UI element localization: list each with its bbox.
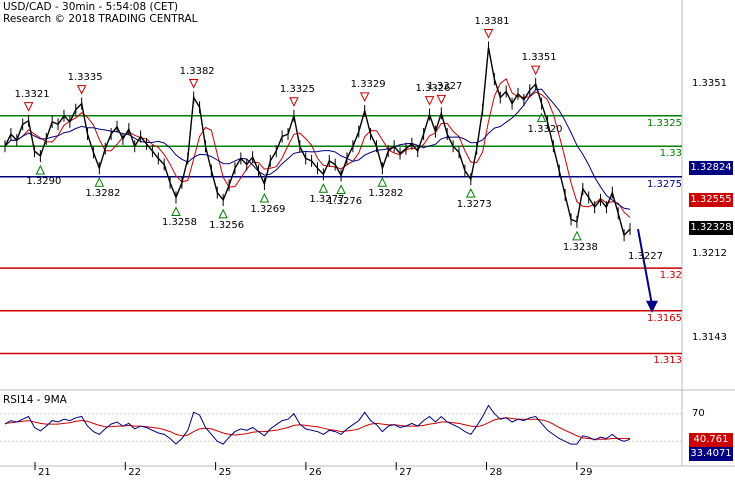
forecast-arrow-shaft — [637, 228, 653, 305]
high-label-4: 1.3329 — [350, 78, 386, 90]
high-label-2: 1.3382 — [179, 65, 215, 77]
price-tag-2: 1.32328 — [689, 221, 733, 236]
high-label-0: 1.3321 — [14, 88, 50, 100]
high-marker-3 — [289, 97, 299, 107]
high-label-6: 1.3327 — [427, 81, 463, 93]
high-marker-8 — [530, 65, 541, 76]
high-label-8: 1.3351 — [521, 52, 557, 64]
chart-canvas — [0, 0, 735, 470]
price-tag-1: 1.32555 — [689, 193, 733, 208]
low-label-3: 1.3256 — [209, 219, 245, 231]
time-tick-label-0: 21 — [38, 467, 51, 478]
low-marker-4 — [259, 192, 270, 203]
low-label-1: 1.3282 — [85, 188, 121, 200]
low-marker-7 — [377, 177, 388, 187]
price-tick-label-0: 1.3351 — [692, 78, 727, 90]
low-label-4: 1.3269 — [250, 204, 286, 216]
high-label-7: 1.3381 — [474, 15, 510, 27]
high-marker-7 — [483, 29, 494, 39]
low-marker-6 — [336, 184, 346, 194]
chart-title: USD/CAD - 30min - 5:54:08 (CET) — [3, 1, 179, 13]
low-marker-9 — [536, 112, 547, 123]
last-price-label: 1.3227 — [628, 251, 663, 263]
low-marker-5 — [318, 183, 329, 193]
low-marker-0 — [35, 164, 46, 175]
time-tick-label-6: 29 — [579, 467, 593, 478]
level-label-1: 1.33 — [659, 148, 682, 160]
rsi-value-tag-1: 33.4071 — [689, 447, 733, 461]
chart-subtitle: Research © 2018 TRADING CENTRAL — [3, 13, 198, 25]
low-label-0: 1.3290 — [26, 176, 62, 187]
low-label-6: 1.3276 — [327, 195, 363, 207]
time-tick-label-1: 22 — [128, 467, 142, 478]
high-marker-0 — [23, 102, 34, 112]
level-label-5: 1.313 — [653, 355, 682, 367]
high-label-3: 1.3325 — [279, 83, 315, 95]
level-label-2: 1.3275 — [647, 178, 682, 190]
level-label-4: 1.3165 — [647, 312, 682, 324]
low-marker-3 — [218, 208, 228, 219]
low-label-7: 1.3282 — [368, 188, 404, 200]
high-marker-1 — [76, 85, 87, 95]
level-label-0: 1.3325 — [647, 117, 682, 129]
level-label-3: 1.32 — [659, 270, 682, 282]
time-tick-label-3: 26 — [308, 467, 322, 478]
low-marker-2 — [171, 206, 181, 216]
high-marker-6 — [436, 94, 447, 105]
low-marker-10 — [572, 230, 582, 241]
time-tick-label-5: 28 — [489, 467, 503, 478]
price-tick-label-1: 1.3212 — [692, 247, 727, 259]
rsi-ma-line — [4, 417, 630, 440]
low-label-10: 1.3238 — [562, 241, 598, 253]
low-label-8: 1.3273 — [456, 199, 492, 211]
high-marker-5 — [424, 96, 435, 106]
time-tick-label-2: 25 — [218, 467, 232, 478]
time-tick-label-4: 27 — [399, 467, 412, 478]
price-tag-0: 1.32824 — [689, 160, 733, 175]
chart: USD/CAD - 30min - 5:54:08 (CET) Research… — [0, 0, 735, 480]
low-label-2: 1.3258 — [161, 217, 197, 229]
high-label-1: 1.3335 — [67, 71, 103, 83]
low-marker-1 — [94, 177, 105, 187]
low-label-9: 1.3320 — [527, 123, 563, 135]
price-tick-label-2: 1.3143 — [692, 331, 727, 343]
rsi-value-tag-0: 40.761 — [689, 433, 733, 447]
rsi-title: RSI14 - 9MA — [3, 394, 67, 406]
rsi-tick-label-0: 70 — [692, 407, 705, 419]
high-marker-4 — [359, 92, 370, 103]
high-marker-2 — [188, 79, 199, 89]
low-marker-8 — [465, 188, 476, 198]
